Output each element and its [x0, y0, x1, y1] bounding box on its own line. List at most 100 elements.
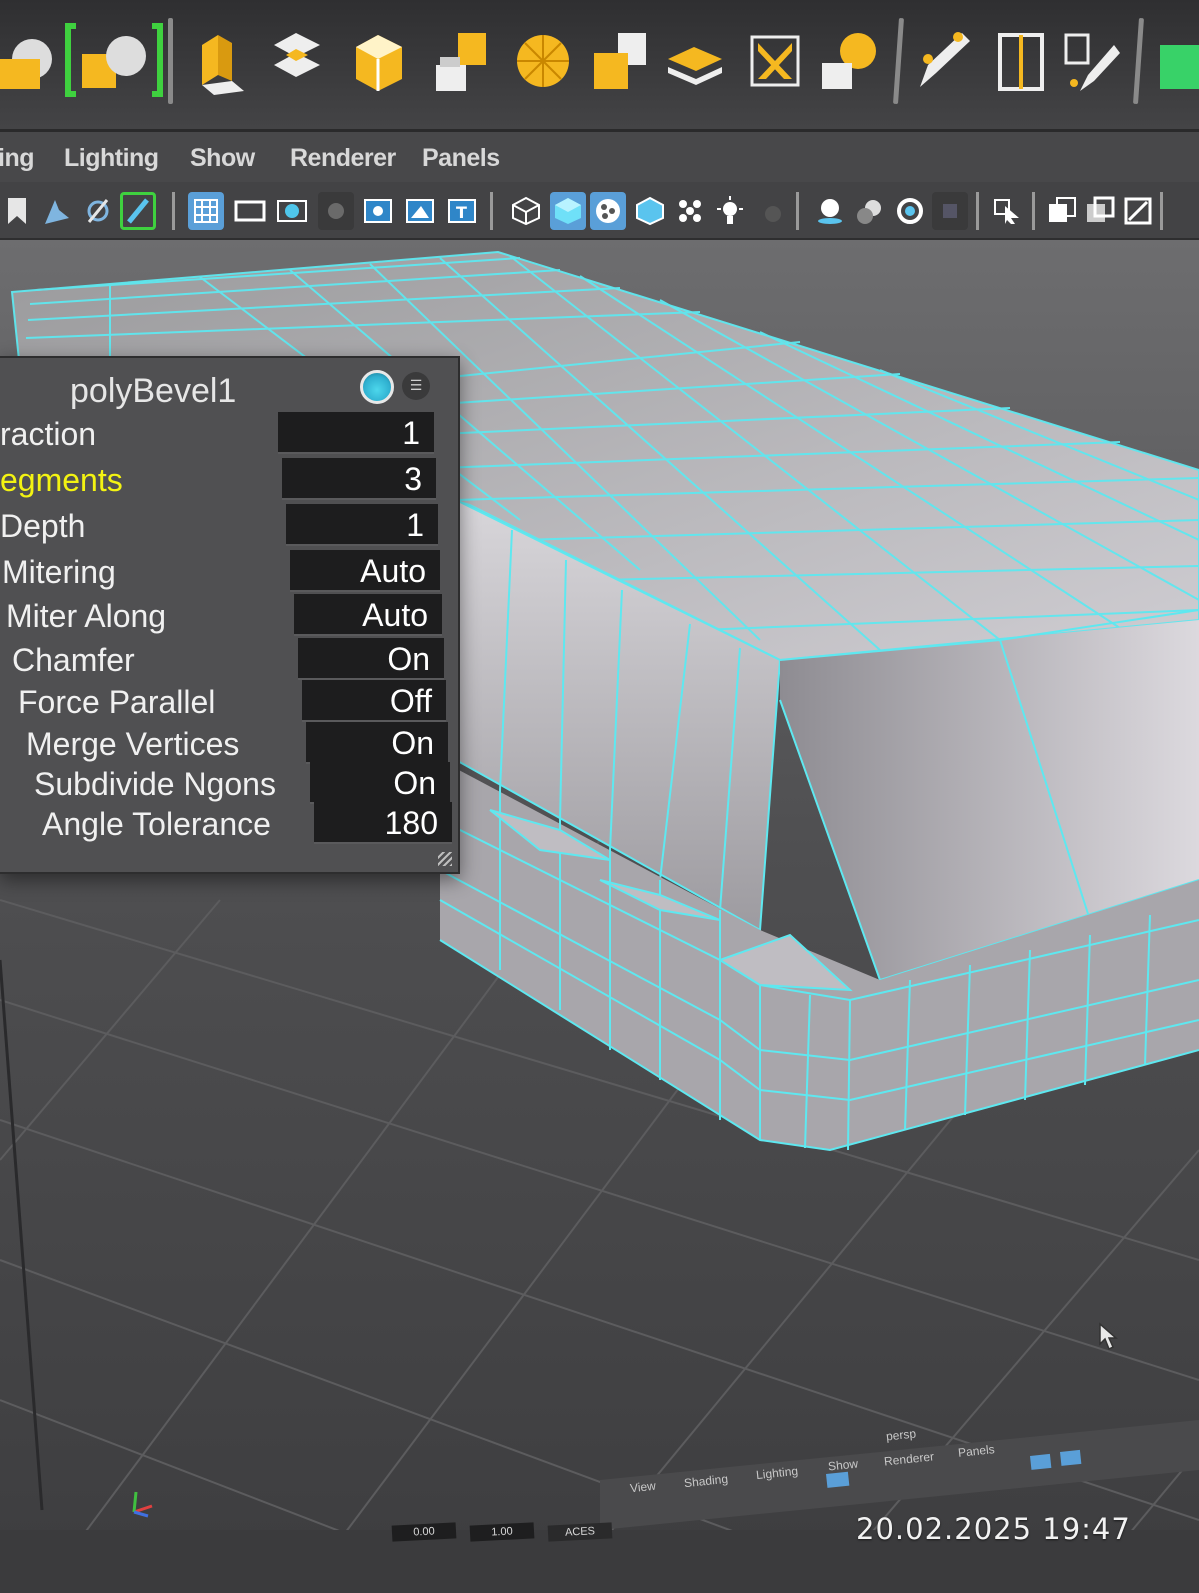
attr-label: egments — [0, 462, 123, 498]
isolate-select-icon[interactable] — [932, 192, 968, 230]
use-all-lights-icon[interactable] — [672, 192, 708, 230]
attr-row-merge-vertices[interactable]: Merge Vertices On — [0, 722, 470, 766]
menu-lighting[interactable]: Lighting — [64, 144, 159, 173]
menu-shading[interactable]: ing — [0, 144, 35, 173]
attr-label: Angle Tolerance — [42, 806, 271, 842]
edit-loop-icon[interactable] — [1060, 20, 1122, 100]
bevel-icon[interactable] — [348, 20, 410, 100]
pencil-icon[interactable] — [120, 192, 156, 230]
film-gate-icon[interactable] — [232, 192, 268, 230]
polybevel-channel-box: polyBevel1 ☰ raction 1 egments 3 Depth 1… — [0, 356, 460, 874]
xray-icon[interactable] — [990, 192, 1026, 230]
smooth-shade-icon[interactable] — [550, 192, 586, 230]
multicut-icon[interactable] — [818, 20, 880, 100]
toolbar-separator — [490, 192, 493, 230]
curve-to-poly-icon[interactable] — [0, 20, 54, 100]
grease-pencil-icon[interactable] — [1120, 192, 1156, 230]
menu-show[interactable]: Show — [190, 144, 255, 173]
wedge-icon[interactable] — [590, 20, 652, 100]
mini-menu-view[interactable]: View — [629, 1479, 656, 1496]
field-chart-icon[interactable] — [360, 192, 396, 230]
extrude-icon[interactable] — [188, 20, 250, 100]
safe-title-icon[interactable]: T — [444, 192, 480, 230]
attr-label: Chamfer — [12, 642, 135, 678]
node-display-icon[interactable] — [360, 370, 394, 404]
motion-blur-icon[interactable] — [812, 192, 848, 230]
attr-value-toggle[interactable]: Off — [302, 680, 446, 722]
grid-icon[interactable] — [188, 192, 224, 230]
attr-value-toggle[interactable]: On — [310, 762, 450, 804]
mesh-tool-icon[interactable] — [1156, 20, 1199, 100]
connect-icon[interactable] — [990, 20, 1052, 100]
toolbar-separator — [796, 192, 799, 230]
attr-row-subdivide-ngons[interactable]: Subdivide Ngons On — [0, 762, 470, 806]
attr-label: Merge Vertices — [26, 726, 240, 762]
camera-attr-icon[interactable] — [38, 192, 74, 230]
toolbar-separator — [1160, 192, 1163, 230]
color-space-label[interactable]: ACES — [547, 1522, 613, 1542]
separate-icon[interactable] — [744, 20, 806, 100]
attr-value-toggle[interactable]: On — [298, 638, 444, 680]
attr-value-toggle[interactable]: On — [306, 722, 448, 764]
depth-of-field-icon[interactable] — [892, 192, 928, 230]
toolbar-separator — [172, 192, 175, 230]
attr-label: Subdivide Ngons — [34, 766, 276, 802]
panel-menu-icon[interactable]: ☰ — [402, 372, 430, 400]
gate-mask-icon[interactable] — [318, 192, 354, 230]
resolution-gate-icon[interactable] — [274, 192, 310, 230]
menu-renderer[interactable]: Renderer — [290, 144, 396, 173]
bracket-select-icon[interactable] — [64, 20, 164, 100]
combine-icon[interactable] — [664, 20, 726, 100]
shadows-icon[interactable] — [712, 192, 748, 230]
bottom-field-far[interactable]: 1.00 — [469, 1522, 535, 1542]
svg-text:T: T — [456, 203, 467, 222]
shelf-separator — [893, 17, 904, 105]
bevel-panel-title: polyBevel1 — [70, 372, 237, 410]
attr-row-miter-along[interactable]: Miter Along Auto — [0, 594, 470, 638]
attr-row-chamfer[interactable]: Chamfer On — [0, 638, 470, 682]
bridge-icon[interactable] — [266, 20, 328, 100]
attr-value-field[interactable]: 1 — [286, 504, 438, 546]
attr-row-depth[interactable]: Depth 1 — [0, 504, 470, 548]
attr-label: Miter Along — [6, 598, 167, 634]
attr-value-dropdown[interactable]: Auto — [290, 550, 440, 592]
axis-gizmo-icon — [132, 1491, 153, 1518]
panel-toolbar: T — [0, 182, 1199, 240]
attr-label: Depth — [0, 508, 86, 544]
target-weld-icon[interactable] — [914, 20, 976, 100]
poke-icon[interactable] — [512, 20, 574, 100]
attr-value-field[interactable]: 3 — [282, 458, 436, 500]
mouse-cursor-icon — [1099, 1322, 1118, 1351]
menu-panels[interactable]: Panels — [422, 144, 500, 173]
attr-value-field[interactable]: 1 — [278, 412, 434, 454]
attr-row-fraction[interactable]: raction 1 — [0, 412, 470, 456]
shelf-separator — [1133, 17, 1144, 105]
resize-grip-icon[interactable] — [438, 852, 452, 866]
shelf-separator — [168, 18, 173, 104]
attr-row-mitering[interactable]: Mitering Auto — [0, 550, 470, 594]
textured-icon[interactable] — [632, 192, 668, 230]
bookmark-icon[interactable] — [0, 192, 36, 230]
attr-value-field[interactable]: 180 — [314, 802, 452, 844]
attr-label: raction — [0, 416, 97, 452]
shelf-toolbar — [0, 0, 1199, 132]
attr-row-force-parallel[interactable]: Force Parallel Off — [0, 680, 470, 724]
attr-label: Mitering — [2, 554, 116, 590]
photo-timestamp: 20.02.2025 19:47 — [856, 1512, 1131, 1546]
anti-alias-icon[interactable] — [852, 192, 888, 230]
attr-row-angle-tolerance[interactable]: Angle Tolerance 180 — [0, 802, 470, 846]
safe-action-icon[interactable] — [402, 192, 438, 230]
attr-label: Force Parallel — [18, 684, 216, 720]
toolbar-separator — [1032, 192, 1035, 230]
snap-icon[interactable] — [80, 192, 116, 230]
append-icon[interactable] — [430, 20, 492, 100]
wireframe-icon[interactable] — [508, 192, 544, 230]
xray-joints-icon[interactable] — [1044, 192, 1080, 230]
wire-on-shaded-icon[interactable] — [590, 192, 626, 230]
toolbar-separator — [976, 192, 979, 230]
ambient-occlusion-icon[interactable] — [752, 192, 788, 230]
bottom-field-near[interactable]: 0.00 — [391, 1522, 457, 1542]
backface-culling-icon[interactable] — [1082, 192, 1118, 230]
attr-row-segments[interactable]: egments 3 — [0, 458, 470, 502]
attr-value-dropdown[interactable]: Auto — [294, 594, 442, 636]
